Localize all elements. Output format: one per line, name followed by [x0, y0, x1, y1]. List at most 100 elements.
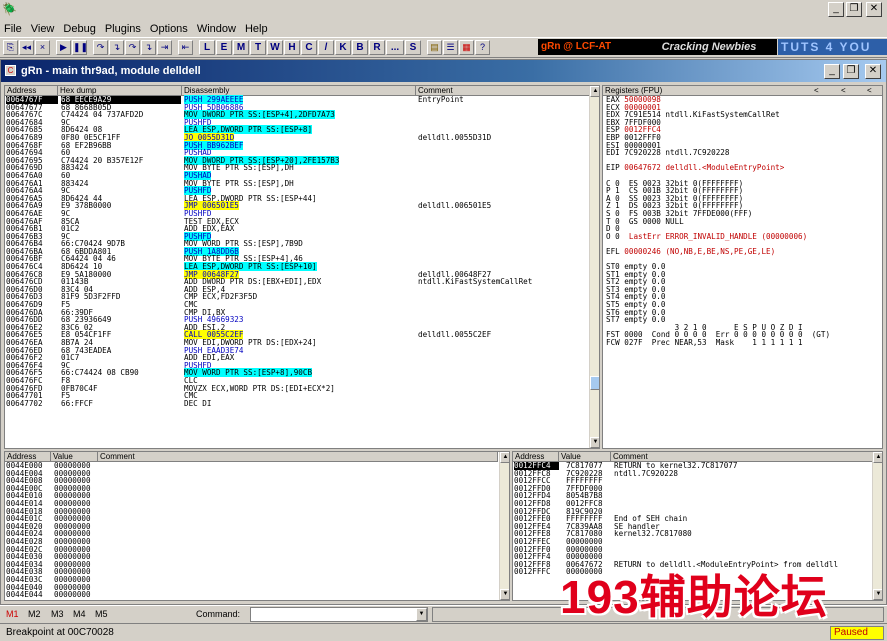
disasm-row-comment[interactable]: [418, 172, 590, 180]
disassembly-scrollbar[interactable]: ▲ ▼: [589, 86, 599, 448]
menu-window[interactable]: Window: [197, 23, 236, 35]
disasm-row-comment[interactable]: delldll.0055D31D: [418, 134, 590, 142]
disasm-row-comment[interactable]: ntdll.KiFastSystemCallRet: [418, 278, 590, 286]
stack-col-header-comment[interactable]: Comment: [611, 452, 873, 462]
run-trace-window-button[interactable]: ...: [386, 40, 404, 55]
disasm-row-comment[interactable]: [418, 301, 590, 309]
disasm-row-comment[interactable]: [418, 293, 590, 301]
mark-m1[interactable]: M1: [6, 609, 19, 619]
dump-col-header-comment[interactable]: Comment: [98, 452, 498, 462]
menu-file[interactable]: File: [4, 23, 22, 35]
registers-nav-prev2[interactable]: <: [841, 86, 846, 95]
patches-window-button[interactable]: /: [318, 40, 334, 55]
menu-plugins[interactable]: Plugins: [105, 23, 141, 35]
child-restore-button[interactable]: ❐: [843, 64, 859, 79]
folder-icon[interactable]: ▤: [427, 40, 442, 55]
disasm-row-comment[interactable]: [418, 255, 590, 263]
menu-debug[interactable]: Debug: [63, 23, 95, 35]
run-icon[interactable]: ▶: [56, 40, 71, 55]
stack-row-comment[interactable]: [614, 546, 871, 554]
handles-window-button[interactable]: H: [284, 40, 300, 55]
step-over-icon[interactable]: ↴: [109, 40, 124, 55]
execute-till-return-icon[interactable]: ⇥: [157, 40, 172, 55]
scroll-up-icon[interactable]: ▲: [590, 86, 599, 97]
appearance-icon[interactable]: ▦: [459, 40, 474, 55]
disasm-row-comment[interactable]: [418, 385, 590, 393]
memory-window-button[interactable]: M: [233, 40, 249, 55]
restart-icon[interactable]: ◂◂: [19, 40, 34, 55]
disasm-row-comment[interactable]: [418, 354, 590, 362]
disasm-row-comment[interactable]: [418, 377, 590, 385]
stack-scroll-up-icon[interactable]: ▲: [873, 452, 882, 463]
mark-m4[interactable]: M4: [73, 609, 86, 619]
disasm-row-instruction[interactable]: CMP ECX,FD2F3F5D: [184, 293, 414, 301]
stack-row-address[interactable]: 0012FFFC: [514, 568, 559, 576]
help-icon[interactable]: ?: [475, 40, 490, 55]
dump-scrollbar[interactable]: ▲ ▼: [499, 452, 509, 600]
disasm-row-comment[interactable]: [418, 104, 590, 112]
disasm-row-instruction[interactable]: DEC DI: [184, 399, 414, 408]
dump-row-value[interactable]: 00000000: [54, 591, 98, 599]
disasm-row-comment[interactable]: delldll.0055C2EF: [418, 331, 590, 339]
menu-options[interactable]: Options: [150, 23, 188, 35]
disasm-row-comment[interactable]: [418, 248, 590, 256]
step-into-icon[interactable]: ↷: [93, 40, 108, 55]
disasm-row-hex[interactable]: 68 EF2B96BB: [61, 141, 181, 150]
disasm-row-hex[interactable]: 81F9 5D3F2FFD: [61, 293, 181, 301]
command-dropdown-icon[interactable]: ▼: [416, 608, 427, 621]
stack-row-comment[interactable]: kernel32.7C817080: [614, 530, 871, 538]
stack-row-comment[interactable]: [614, 500, 871, 508]
pause-icon[interactable]: ❚❚: [72, 40, 88, 55]
stack-row-comment[interactable]: [614, 538, 871, 546]
disasm-row-instruction[interactable]: MOV DWORD PTR SS:[ESP+4],2DFD7A73: [184, 110, 414, 120]
disasm-row-comment[interactable]: [418, 286, 590, 294]
disasm-row-address[interactable]: 00647702: [6, 400, 58, 408]
dump-scroll-down-icon[interactable]: ▼: [500, 589, 509, 600]
disasm-row-instruction[interactable]: CMC: [184, 392, 414, 400]
disasm-row-comment[interactable]: [418, 210, 590, 218]
call-stack-window-button[interactable]: K: [335, 40, 351, 55]
trace-into-icon[interactable]: ↷: [125, 40, 140, 55]
registers-nav-prev3[interactable]: <: [867, 86, 872, 95]
disasm-row-instruction[interactable]: MOV BYTE PTR SS:[ESP],DH: [184, 164, 414, 172]
disasm-row-instruction[interactable]: MOVZX ECX,WORD PTR DS:[EDI+ECX*2]: [184, 384, 414, 393]
disasm-row-comment[interactable]: [418, 347, 590, 355]
threads-window-button[interactable]: T: [250, 40, 266, 55]
trace-over-icon[interactable]: ↴: [141, 40, 156, 55]
child-close-button[interactable]: ✕: [865, 64, 881, 79]
disasm-row-comment[interactable]: [418, 309, 590, 317]
disasm-row-comment[interactable]: delldll.006501E5: [418, 202, 590, 210]
disasm-row-comment[interactable]: [418, 369, 590, 377]
stack-row-comment[interactable]: [614, 492, 871, 500]
stack-row-comment[interactable]: [614, 485, 871, 493]
mark-m5[interactable]: M5: [95, 609, 108, 619]
stack-row-comment[interactable]: [614, 477, 871, 485]
disasm-row-hex[interactable]: 66:FFCF: [61, 400, 181, 408]
disasm-row-comment[interactable]: [418, 392, 590, 400]
command-input[interactable]: [250, 607, 428, 622]
disasm-row-comment[interactable]: [418, 339, 590, 347]
register-value[interactable]: 00000246 (NO,NB,E,BE,NS,PE,GE,LE): [624, 247, 775, 256]
disassembly-pane[interactable]: Address Hex dump Disassembly Comment 006…: [4, 85, 600, 449]
child-minimize-button[interactable]: _: [824, 64, 840, 79]
close-button[interactable]: ✕: [866, 2, 882, 17]
memory-dump-pane[interactable]: Address Value Comment 0044E000 0044E004 00…: [4, 451, 510, 601]
scroll-thumb[interactable]: [590, 376, 599, 390]
register-value[interactable]: LastErr ERROR_INVALID_HANDLE (00000006): [624, 232, 807, 241]
menu-view[interactable]: View: [31, 23, 55, 35]
menu-help[interactable]: Help: [245, 23, 268, 35]
register-value[interactable]: 00647672 delldll.<ModuleEntryPoint>: [624, 163, 784, 172]
windows-window-button[interactable]: W: [267, 40, 283, 55]
disasm-row-comment[interactable]: [418, 142, 590, 150]
options-icon[interactable]: ☰: [443, 40, 458, 55]
mark-m2[interactable]: M2: [28, 609, 41, 619]
disasm-row-hex[interactable]: 85CA: [61, 217, 181, 226]
source-window-button[interactable]: S: [405, 40, 421, 55]
disasm-row-comment[interactable]: [418, 164, 590, 172]
scroll-down-icon[interactable]: ▼: [590, 437, 599, 448]
modules-window-button[interactable]: E: [216, 40, 232, 55]
mark-m3[interactable]: M3: [51, 609, 64, 619]
disasm-row-hex[interactable]: 9C: [61, 210, 181, 218]
disasm-row-instruction[interactable]: ADD EDX,EAX: [184, 225, 414, 233]
col-header-comment[interactable]: Comment: [416, 86, 590, 96]
